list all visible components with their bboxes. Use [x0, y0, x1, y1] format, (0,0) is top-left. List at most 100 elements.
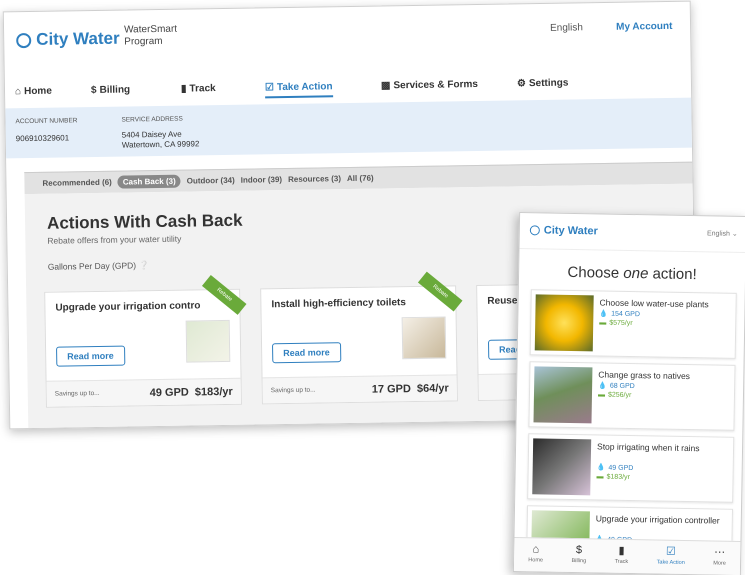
chevron-down-icon: ⌄ [731, 230, 738, 238]
gear-icon: ⚙ [516, 78, 527, 90]
account-number: 906910329601 [15, 133, 70, 144]
account-number-label: ACCOUNT NUMBER [15, 117, 78, 126]
read-more-button[interactable]: Read more [56, 345, 125, 367]
filter-resources[interactable]: Resources (3) [288, 174, 341, 184]
heading-pre: Choose [567, 263, 624, 282]
action-title: Choose low water-use plants [599, 297, 709, 310]
tab-track[interactable]: ▮ Track [181, 83, 216, 95]
filter-outdoor[interactable]: Outdoor (34) [187, 176, 235, 186]
action-card: Upgrade your irrigation contro Rebate Re… [44, 275, 247, 408]
program-line-2: Program [124, 35, 163, 48]
mobile-action-item[interactable]: Stop irrigating when it rains 💧 49 GPD ▬ $… [527, 433, 735, 503]
action-title: Stop irrigating when it rains [596, 441, 700, 454]
savings-label: Savings up to... [54, 389, 100, 398]
choose-heading: Choose one action! [519, 263, 745, 284]
heading-em: one [623, 264, 649, 283]
tab-home[interactable]: ⌂ Home [15, 86, 52, 98]
savings-gpd: 17 GPD [371, 382, 412, 396]
tab-label: Billing [99, 84, 131, 96]
card-title: Install high-efficiency toilets [271, 297, 406, 311]
action-card: Install high-efficiency toilets Rebate R… [260, 271, 463, 405]
mobile-window: City Water English ⌄ Choose one action! … [512, 212, 745, 575]
savings-gpd: 49 GPD [149, 386, 189, 399]
mobile-brand-logo[interactable]: City Water [529, 224, 598, 238]
mobile-tab-billing[interactable]: $ Billing [571, 539, 586, 572]
page-title: Actions With Cash Back [46, 210, 243, 233]
mobile-tab-more[interactable]: ⋯ More [713, 541, 726, 574]
home-icon: ⌂ [14, 86, 22, 98]
tab-billing[interactable]: $ Billing [91, 84, 130, 96]
tab-label: Home [528, 557, 544, 564]
action-money: ▬ $256/yr [598, 391, 631, 399]
flower-image [534, 294, 594, 352]
rebate-ribbon: Rebate [201, 275, 247, 315]
tab-settings[interactable]: ⚙ Settings [517, 78, 569, 90]
water-drop-icon [529, 225, 540, 236]
mobile-tab-track[interactable]: ▮ Track [614, 540, 629, 573]
money-icon: ▬ [597, 391, 606, 399]
page-subtitle: Rebate offers from your water utility [47, 233, 182, 246]
tab-label: Settings [528, 77, 569, 90]
mobile-header: City Water English ⌄ [519, 213, 745, 253]
card-footer: Savings up to... 49 GPD $183/yr [46, 377, 241, 407]
desktop-header: City Water WaterSmart Program English My… [4, 2, 691, 79]
filter-recommended[interactable]: Recommended (6) [42, 178, 111, 188]
mobile-brand-name: City Water [543, 224, 598, 238]
action-title: Change grass to natives [598, 369, 691, 382]
water-drop-icon [16, 32, 32, 48]
program-line-1: WaterSmart [123, 23, 178, 36]
tab-take-action[interactable]: ☑ Take Action [264, 81, 333, 99]
checkbox-icon: ☑ [264, 82, 275, 94]
savings-label: Savings up to... [270, 386, 316, 395]
read-more-button[interactable]: Read more [272, 342, 341, 364]
money-value: $575/yr [609, 319, 633, 328]
money-value: $183/yr [606, 473, 630, 482]
action-gpd: 💧 68 GPD [598, 381, 635, 390]
info-icon[interactable]: ❔ [138, 260, 149, 270]
irrigation-controller-image [185, 319, 231, 363]
mobile-action-item[interactable]: Choose low water-use plants 💧 154 GPD ▬ $5… [529, 289, 737, 359]
mobile-tab-bar: ⌂ Home $ Billing ▮ Track ☑ Take Action ⋯ More [513, 537, 741, 575]
water-drop-icon: 💧 [599, 310, 609, 318]
mobile-language-selector[interactable]: English ⌄ [707, 229, 738, 238]
brand-logo[interactable]: City Water [16, 29, 120, 51]
card-footer: Savings up to... 17 GPD $64/yr [262, 374, 457, 404]
dollar-icon: $ [90, 84, 97, 97]
filter-cash-back[interactable]: Cash Back (3) [117, 174, 181, 189]
tab-label: Track [614, 558, 629, 565]
tab-label: Billing [571, 558, 587, 565]
service-address-line1: 5404 Daisey Ave [121, 129, 182, 140]
mobile-action-item[interactable]: Change grass to natives 💧 68 GPD ▬ $256/yr [528, 361, 736, 431]
gpd-value: 154 GPD [611, 310, 640, 318]
mobile-tab-take-action[interactable]: ☑ Take Action [656, 540, 685, 573]
mobile-language-label: English [706, 230, 731, 238]
more-icon: ⋯ [714, 546, 726, 559]
filter-all[interactable]: All (76) [347, 174, 374, 183]
service-address-label: SERVICE ADDRESS [121, 115, 183, 124]
heading-post: action! [648, 265, 697, 284]
my-account-link[interactable]: My Account [616, 21, 672, 33]
program-name: WaterSmart Program [124, 24, 177, 49]
bar-chart-icon: ▮ [180, 83, 187, 95]
toilet-image [401, 316, 447, 360]
tab-label: More [713, 560, 726, 567]
account-bar: ACCOUNT NUMBER 906910329601 SERVICE ADDR… [5, 97, 692, 159]
stage: City Water WaterSmart Program English My… [0, 0, 745, 575]
language-selector[interactable]: English [550, 22, 583, 34]
filter-indoor[interactable]: Indoor (39) [241, 175, 282, 185]
action-gpd: 💧49 GPD [597, 463, 634, 472]
money-value: $256/yr [607, 391, 632, 400]
action-money: ▬ $183/yr [596, 473, 629, 481]
list-icon: ▩ [380, 80, 391, 92]
savings-money: $183/yr [194, 385, 233, 398]
tab-services-forms[interactable]: ▩ Services & Forms [381, 79, 478, 92]
action-title: Upgrade your irrigation controller [595, 513, 720, 526]
card-title: Upgrade your irrigation contro [55, 300, 201, 314]
water-drop-icon: 💧 [596, 464, 606, 472]
tab-label: Take Action [276, 81, 333, 94]
tab-label: Home [23, 85, 52, 98]
tab-label: Take Action [656, 559, 685, 566]
rebate-ribbon: Rebate [417, 271, 463, 312]
gpd-value: 49 GPD [608, 464, 634, 472]
mobile-tab-home[interactable]: ⌂ Home [528, 538, 543, 571]
